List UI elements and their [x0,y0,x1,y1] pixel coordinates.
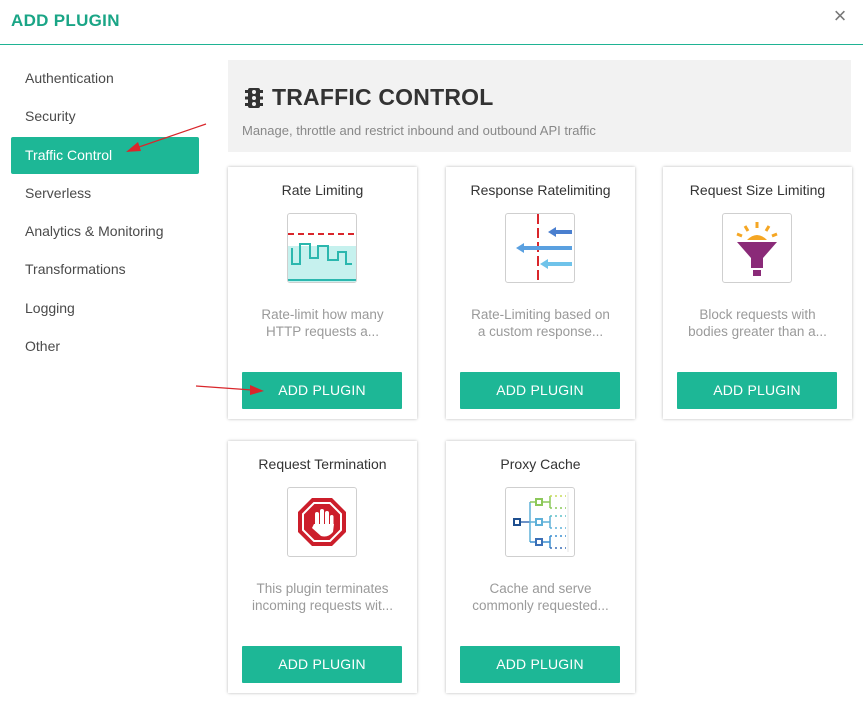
plugin-description: This plugin terminates incoming requests… [251,581,394,613]
plugin-title: Proxy Cache [500,456,581,472]
traffic-light-icon [245,88,263,108]
sidebar-item-authentication[interactable]: Authentication [11,60,199,97]
plugin-card-request-termination: Request Termination This plugin terminat… [228,441,417,693]
plugin-title: Response Ratelimiting [470,182,611,198]
add-plugin-button[interactable]: ADD PLUGIN [677,372,837,409]
sidebar-item-other[interactable]: Other [11,328,199,365]
plugin-title: Request Termination [258,456,387,472]
plugin-description: Rate-limit how many HTTP requests a... [261,307,384,339]
sidebar-item-analytics-monitoring[interactable]: Analytics & Monitoring [11,213,199,250]
funnel-icon [722,213,792,283]
add-plugin-button[interactable]: ADD PLUGIN [242,372,402,409]
plugin-description: Cache and serve commonly requested... [472,581,609,613]
category-title: TRAFFIC CONTROL [272,84,494,110]
plugin-title: Request Size Limiting [689,182,826,198]
response-ratelimiting-icon [505,213,575,283]
modal-header: ADD PLUGIN × [0,0,863,45]
tree-network-icon [505,487,575,557]
stop-hand-icon [287,487,357,557]
category-sidebar: Authentication Security Traffic Control … [11,60,199,366]
category-subtitle: Manage, throttle and restrict inbound an… [242,123,596,138]
modal-title: ADD PLUGIN [11,11,120,30]
plugin-card-rate-limiting: Rate Limiting Rate-limit how many HTTP r… [228,167,417,419]
sidebar-item-logging[interactable]: Logging [11,290,199,327]
category-banner: TRAFFIC CONTROL Manage, throttle and res… [228,60,851,152]
plugin-card-response-ratelimiting: Response Ratelimiting Rate-Limiting base… [446,167,635,419]
sidebar-item-traffic-control[interactable]: Traffic Control [11,136,199,174]
plugin-description: Block requests with bodies greater than … [688,307,827,339]
sidebar-item-serverless[interactable]: Serverless [11,175,199,212]
rate-limiting-icon [287,213,357,283]
add-plugin-button[interactable]: ADD PLUGIN [460,372,620,409]
plugin-description: Rate-Limiting based on a custom response… [471,307,610,339]
sidebar-item-transformations[interactable]: Transformations [11,251,199,288]
plugin-card-proxy-cache: Proxy Cache Cache and serve commonly req… [446,441,635,693]
add-plugin-modal: ADD PLUGIN × Authentication Security Tra… [0,0,863,727]
add-plugin-button[interactable]: ADD PLUGIN [460,646,620,683]
plugin-title: Rate Limiting [281,182,364,198]
sidebar-item-security[interactable]: Security [11,98,199,135]
close-icon[interactable]: × [830,5,850,27]
add-plugin-button[interactable]: ADD PLUGIN [242,646,402,683]
plugin-card-request-size-limiting: Request Size Limiting Block requests wit… [663,167,852,419]
